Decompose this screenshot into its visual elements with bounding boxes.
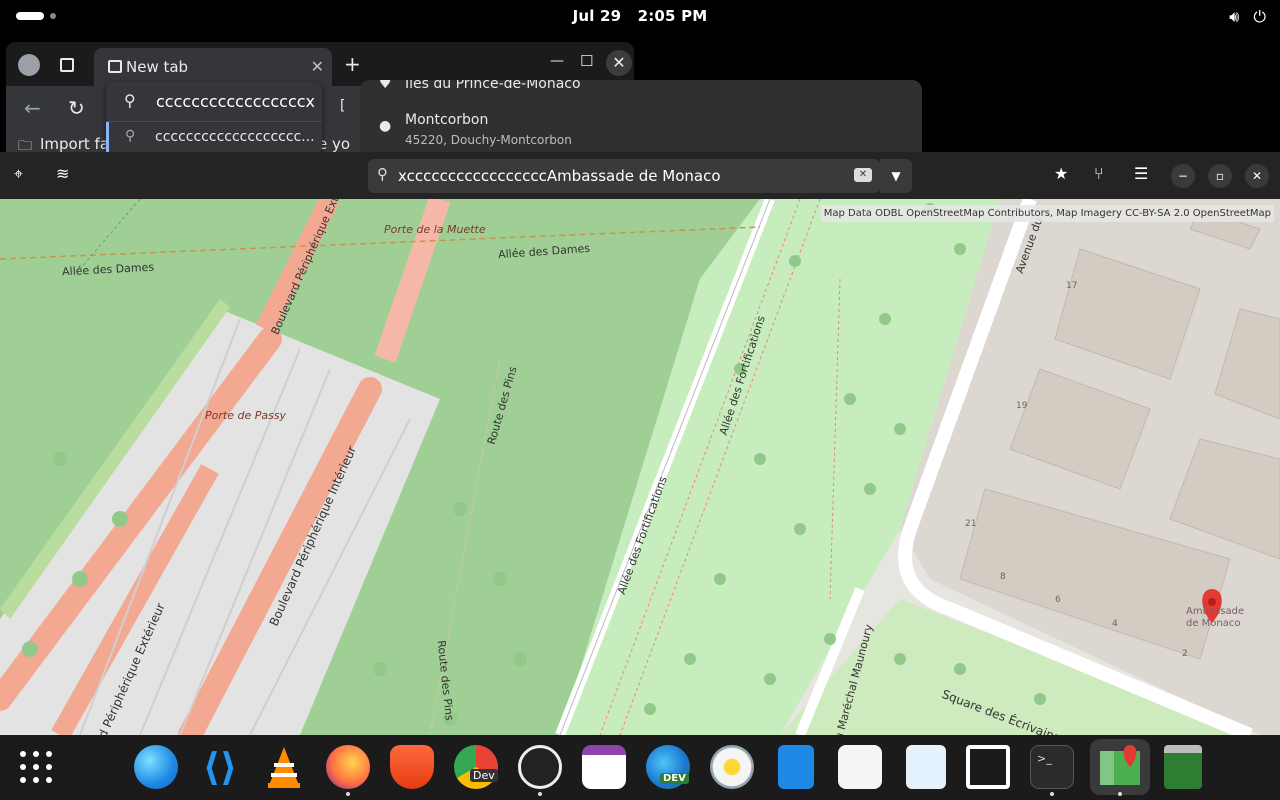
- globe-app-icon[interactable]: [134, 745, 178, 789]
- house-number: 17: [1066, 281, 1078, 291]
- house-number: 2: [1182, 649, 1188, 659]
- running-indicator: [538, 792, 542, 796]
- tab-title: New tab: [126, 58, 189, 76]
- omnibox-suggestion[interactable]: ⚲ ccccccccccccccccccc...: [106, 122, 322, 154]
- suggestion-address: 45220, Douchy-Montcorbon: [405, 133, 572, 147]
- house-number: 6: [1055, 595, 1061, 605]
- omnibox-dropdown: ⚲ cccccccccccccccccx ⚲ ccccccccccccccccc…: [106, 82, 322, 154]
- files-icon[interactable]: [778, 745, 814, 789]
- maps-icon-active[interactable]: [1090, 739, 1150, 795]
- map-attribution: Map Data ODBL OpenStreetMap Contributors…: [820, 205, 1274, 222]
- dock: ⟨⟩ Dev DEV >_: [0, 735, 1280, 800]
- chrome-dev-badge: Dev: [470, 769, 498, 782]
- running-indicator: [1118, 792, 1122, 796]
- power-icon[interactable]: ⏻: [1253, 7, 1266, 27]
- search-suggestions-popup: ♥ Îles du Prince-de-Monaco ● Montcorbon …: [360, 80, 922, 154]
- tab-search-icon[interactable]: [60, 58, 74, 72]
- partial-text: e yo: [318, 135, 351, 153]
- search-text: xcccccccccccccccccAmbassade de Monaco: [398, 167, 721, 185]
- volume-icon[interactable]: 🔊︎: [1229, 7, 1239, 27]
- suggestion-name: Montcorbon: [405, 112, 489, 128]
- obs-icon[interactable]: [518, 745, 562, 789]
- terminal-icon[interactable]: >_: [1030, 745, 1074, 789]
- menu-icon[interactable]: ☰: [1134, 164, 1148, 183]
- search-icon: ⚲: [124, 91, 136, 110]
- layers-icon[interactable]: ≋: [56, 164, 69, 183]
- suggestion-item[interactable]: ● Montcorbon 45220, Douchy-Montcorbon: [360, 106, 922, 154]
- suggestion-search-icon: ⚲: [125, 128, 136, 144]
- back-icon[interactable]: ←: [24, 96, 41, 120]
- close-button[interactable]: ✕: [1245, 164, 1269, 188]
- calendar-icon[interactable]: [582, 745, 626, 789]
- maps-headerbar: ⌖ ≋ ⚲ xcccccccccccccccccAmbassade de Mon…: [0, 152, 1280, 199]
- house-number: 21: [965, 519, 977, 529]
- reload-icon[interactable]: ↻: [68, 96, 85, 120]
- edge-dev-icon[interactable]: DEV: [646, 745, 690, 789]
- house-number: 19: [1016, 401, 1028, 411]
- suggestion-item[interactable]: ♥ Îles du Prince-de-Monaco: [360, 80, 922, 98]
- system-tray[interactable]: 🔊︎ ⏻: [1229, 7, 1266, 27]
- pin-icon: ♥: [379, 80, 392, 92]
- time-label: 2:05 PM: [637, 7, 708, 25]
- map-label: Porte de la Muette: [384, 223, 486, 236]
- favorites-icon[interactable]: ★: [1054, 164, 1068, 183]
- extension-icon[interactable]: [: [340, 98, 345, 114]
- apps-grid-icon[interactable]: [20, 751, 54, 785]
- close-button[interactable]: ✕: [606, 50, 632, 76]
- maximize-button[interactable]: ☐: [580, 52, 593, 70]
- running-indicator: [1050, 792, 1054, 796]
- system-top-bar: Jul 29 2:05 PM 🔊︎ ⏻: [0, 0, 1280, 32]
- suggestion-text: ccccccccccccccccccc...: [155, 129, 315, 145]
- search-icon: ⚲: [377, 165, 388, 183]
- pin-icon: ●: [379, 118, 392, 134]
- place-label: Ambassade: [1186, 606, 1245, 617]
- omnibox-text: cccccccccccccccccx: [156, 92, 316, 111]
- omnibox-input[interactable]: ⚲ cccccccccccccccccx: [106, 82, 322, 122]
- chrome-dev-icon[interactable]: Dev: [454, 745, 498, 789]
- edge-dev-badge: DEV: [660, 773, 689, 784]
- tab-favicon-icon: [108, 60, 122, 73]
- rhythmbox-icon[interactable]: [710, 745, 754, 789]
- map-view[interactable]: Allée des Dames Allée des Dames Porte de…: [0, 199, 1280, 735]
- clear-search-icon[interactable]: ✕: [854, 168, 872, 182]
- minimize-button[interactable]: —: [550, 53, 564, 69]
- software-icon[interactable]: [838, 745, 882, 789]
- new-tab-button[interactable]: +: [344, 52, 361, 76]
- running-indicator: [346, 792, 350, 796]
- clock[interactable]: Jul 29 2:05 PM: [0, 7, 1280, 25]
- inkscape-icon[interactable]: [966, 745, 1010, 789]
- house-number: 8: [1000, 572, 1006, 582]
- suggestion-name: Îles du Prince-de-Monaco: [405, 80, 581, 92]
- location-icon[interactable]: ⌖: [14, 164, 23, 184]
- text-editor-icon[interactable]: [906, 745, 946, 789]
- date-label: Jul 29: [572, 7, 622, 25]
- maximize-button[interactable]: ▫: [1208, 164, 1232, 188]
- vlc-icon[interactable]: [262, 745, 306, 789]
- search-dropdown-button[interactable]: ▼: [880, 159, 912, 193]
- tab-new-tab[interactable]: New tab ✕: [94, 48, 332, 86]
- trash-icon[interactable]: [1164, 745, 1202, 789]
- map-label: Porte de Passy: [205, 409, 287, 422]
- place-label: de Monaco: [1186, 618, 1241, 629]
- maps-window: ⌖ ≋ ⚲ xcccccccccccccccccAmbassade de Mon…: [0, 152, 1280, 735]
- route-icon[interactable]: ⑂: [1094, 164, 1104, 183]
- brave-icon[interactable]: [390, 745, 434, 789]
- tab-close-icon[interactable]: ✕: [311, 57, 324, 76]
- map-canvas[interactable]: [0, 199, 1280, 735]
- firefox-icon[interactable]: [326, 745, 370, 789]
- house-number: 4: [1112, 619, 1118, 629]
- search-input[interactable]: ⚲ xcccccccccccccccccAmbassade de Monaco …: [368, 159, 880, 193]
- vscode-icon[interactable]: ⟨⟩: [198, 745, 242, 789]
- profile-avatar[interactable]: [18, 54, 40, 76]
- minimize-button[interactable]: −: [1171, 164, 1195, 188]
